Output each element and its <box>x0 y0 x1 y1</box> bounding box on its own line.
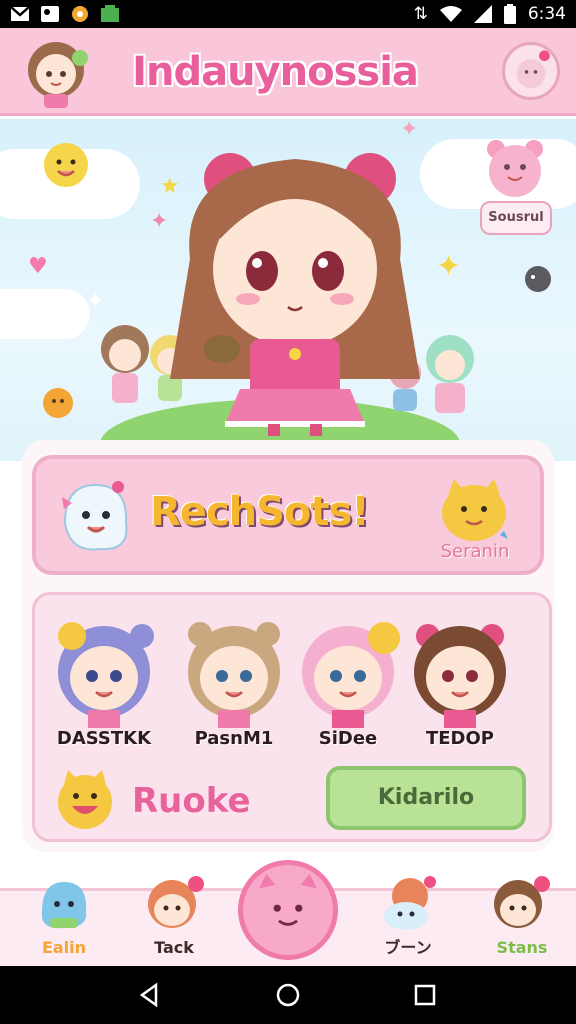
gmail-icon <box>10 6 30 21</box>
status-time: 6:34 <box>527 4 566 24</box>
character-card[interactable] <box>290 614 406 728</box>
nav-label: Ealin <box>41 938 87 957</box>
bunny-menu-icon[interactable] <box>502 42 560 100</box>
nav-item-tack[interactable]: Tack <box>134 872 214 964</box>
ghost-mascot-icon <box>62 481 128 551</box>
seal-icon <box>384 876 436 930</box>
pink-bear-icon <box>487 140 543 197</box>
character-name: TEDOP <box>425 728 494 749</box>
nav-item-ealin[interactable]: Ealin <box>24 872 104 964</box>
nav-label: Stans <box>496 938 548 957</box>
home-icon[interactable] <box>275 982 301 1008</box>
yellow-cat-sticker <box>442 479 508 541</box>
nav-item-boon[interactable]: ブーン <box>368 872 448 964</box>
wifi-icon <box>439 6 462 22</box>
bird-icon <box>525 266 551 292</box>
main-character <box>170 153 420 436</box>
yellow-smile-icon <box>58 770 112 829</box>
nav-item-stans[interactable]: Stans <box>482 872 562 964</box>
nav-label: ブーン <box>384 938 432 957</box>
photo-icon <box>41 6 59 22</box>
action-button[interactable]: Kidarilo <box>326 766 526 830</box>
banner-subtitle: Seranin <box>440 541 510 562</box>
recents-icon[interactable] <box>412 982 438 1008</box>
cloud <box>0 289 90 339</box>
character-card[interactable] <box>402 614 518 728</box>
status-bar: ⇅ 6:34 <box>0 0 576 28</box>
signal-icon <box>473 5 492 23</box>
pink-bear-sticker[interactable]: Sousrul <box>480 135 552 239</box>
vibrate-icon: ⇅ <box>413 4 428 24</box>
back-icon[interactable] <box>136 982 162 1008</box>
nav-label: Tack <box>154 938 194 957</box>
blue-blob-icon <box>41 882 87 929</box>
sticker-label: Sousrul <box>480 201 552 235</box>
orange-kid-icon <box>148 876 204 928</box>
shop-icon <box>101 5 119 22</box>
battery-icon <box>503 4 516 24</box>
heart-icon: ♥ <box>28 254 48 279</box>
character-card[interactable] <box>46 614 162 728</box>
character-card[interactable] <box>176 614 292 728</box>
banner-title: RechSots! <box>150 489 370 535</box>
home-center-button[interactable] <box>238 860 338 960</box>
system-nav-bar <box>0 966 576 1024</box>
app-title: Indauynossia <box>132 49 419 95</box>
rookie-label: Ruoke <box>132 781 251 821</box>
sun-sticker <box>43 388 73 418</box>
character-name: PasnM1 <box>194 728 274 749</box>
top-header: Indauynossia <box>0 28 576 116</box>
character-name: SiDee <box>318 728 378 749</box>
profile-avatar[interactable] <box>14 34 98 110</box>
character-name: DASSTKK <box>56 728 152 749</box>
game-app-icon <box>72 6 88 22</box>
yellow-blob-sticker <box>44 143 88 187</box>
brown-girl-icon <box>494 876 550 928</box>
